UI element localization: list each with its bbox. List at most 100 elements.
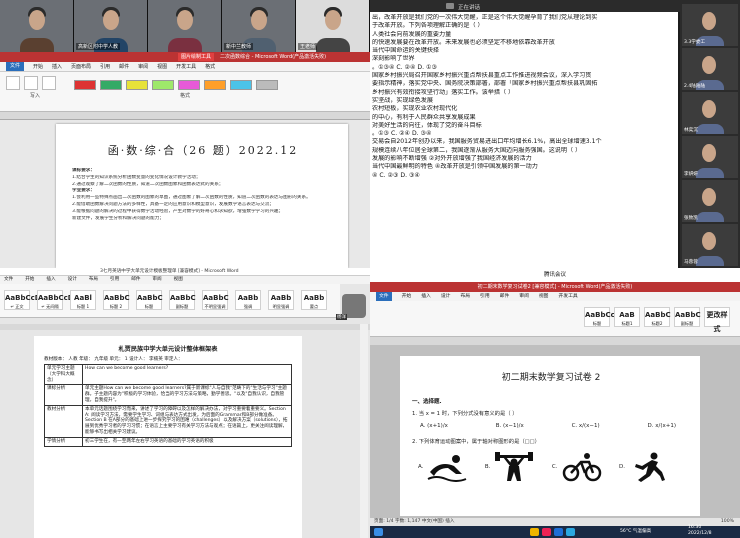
menu-file[interactable]: 文件 <box>6 62 25 71</box>
choice-d: D. x/(x+1) <box>647 423 676 429</box>
zoom-level[interactable]: 100% <box>721 518 734 526</box>
style-gallery-item[interactable]: AaBbC 副标题 <box>674 307 701 327</box>
menu-review[interactable]: 审阅 <box>152 276 161 284</box>
menu-references[interactable]: 引用 <box>480 292 490 301</box>
menu-view[interactable]: 视图 <box>157 63 167 70</box>
video-tile[interactable] <box>148 0 222 52</box>
menu-insert[interactable]: 插入 <box>46 276 55 284</box>
menu-file[interactable]: 文件 <box>4 276 13 284</box>
participant-tile[interactable]: 2.4陆陆陆 <box>682 48 738 90</box>
word-window-english: 3七月英语中学大单元设计模板整理单 [兼容模式] - Microsoft Wor… <box>0 268 370 538</box>
participant-tile[interactable]: 张致凯 <box>682 180 738 222</box>
menu-references[interactable]: 引用 <box>110 276 119 284</box>
question-1-choices: A. (x+1)/x B. (x−1)/x C. x/(x−1) D. x/(x… <box>420 423 676 429</box>
menu-design[interactable]: 设计 <box>441 292 451 301</box>
video-tile[interactable]: 王老师 <box>296 0 370 52</box>
menu-home[interactable]: 开始 <box>33 63 43 70</box>
doc-title: 函·数·综·合（26 题）2022.12 <box>107 144 299 157</box>
style-gallery-item[interactable]: AaB 标题1 <box>614 307 640 327</box>
style-gallery-item[interactable]: AaBbC 副标题 <box>169 290 196 310</box>
participant-tile[interactable]: 马蓉蓉 <box>682 224 738 266</box>
style-name: 标题 <box>592 321 602 326</box>
pen-swatch-cyan[interactable] <box>230 80 252 90</box>
style-gallery-item[interactable]: AaBbCcDd 标题 <box>584 307 626 327</box>
table-row: 课标分析 单元主题How can we become good learners?… <box>44 384 292 406</box>
menu-review[interactable]: 审阅 <box>138 63 148 70</box>
style-gallery-item[interactable]: 更改样式 <box>704 307 730 333</box>
menu-layout[interactable]: 页面布局 <box>71 63 91 70</box>
ruler[interactable] <box>0 324 370 330</box>
menu-mailings[interactable]: 邮件 <box>131 276 140 284</box>
sport-icons: A. B. C. D. <box>418 452 670 482</box>
style-gallery-item[interactable]: AaBbCcDd ↵ 正文 <box>4 290 46 310</box>
style-gallery-item[interactable]: AaBl 标题 1 <box>70 290 96 310</box>
icon-label: B. <box>484 464 491 470</box>
pen-swatch-green[interactable] <box>100 80 122 90</box>
document-page[interactable]: 初二期末数学复习试卷 2 一、选择题. 1. 当 x = 1 时，下列分式没有意… <box>400 356 700 516</box>
menu-mailings[interactable]: 邮件 <box>119 63 129 70</box>
participant-name: 高新区附中学人教 <box>76 43 121 50</box>
video-tile[interactable] <box>0 0 74 52</box>
pen-swatch-gray[interactable] <box>256 80 278 90</box>
style-gallery-item[interactable]: AaBb 要点 <box>301 290 327 310</box>
pen-swatch-lime[interactable] <box>152 80 174 90</box>
style-preview: AaBbC <box>645 311 671 319</box>
menu-view[interactable]: 视图 <box>174 276 183 284</box>
menu-developer[interactable]: 开发工具 <box>558 292 577 301</box>
ruler[interactable] <box>370 337 740 345</box>
pen-swatch-pink[interactable] <box>178 80 200 90</box>
menu-review[interactable]: 审阅 <box>519 292 529 301</box>
document-page[interactable]: 札贾民族中学大单元设计整体框架表 教材版本： 人教 年级： 九年级 单元： 1 … <box>34 336 302 538</box>
menu-mailings[interactable]: 邮件 <box>500 292 510 301</box>
start-icon[interactable] <box>374 528 383 536</box>
vertical-scrollbar[interactable] <box>360 324 368 538</box>
doc-line: ④ C. ②③ D. ③④ <box>372 171 420 179</box>
pen-swatch-yellow[interactable] <box>126 80 148 90</box>
style-preview: AaBbC <box>203 294 229 302</box>
pen-swatch-red[interactable] <box>74 80 96 90</box>
politics-question-document[interactable]: 出，改革开放是我们党的一次伟大觉醒，正是这个伟大觉醒孕育了我们党从理论到实 于改革… <box>370 12 678 268</box>
table-row: 教材分析 本单元话题围绕学习而来，讲述了学习的障碍以及怎样的解决办法，对学习重要着… <box>44 404 292 438</box>
style-gallery-item[interactable]: AaBbCcDd ↵ 无间隔 <box>37 290 79 310</box>
menu-format[interactable]: 格式 <box>205 63 215 70</box>
document-page[interactable]: 函·数·综·合（26 题）2022.12 课标要求： 1.结合学生的知识系统分析函… <box>56 124 348 268</box>
participant-tile[interactable]: 3.3学委工 <box>682 4 738 46</box>
style-gallery-item[interactable]: AaBbC 不明显强调 <box>202 290 229 310</box>
menu-view[interactable]: 视图 <box>539 292 549 301</box>
style-preview: AaBb <box>237 294 259 302</box>
doc-line: 交易会自2012年创办以来，我国服务贸易进出口年均增长6.1%，高出全球增速3.… <box>372 138 602 146</box>
menu-layout[interactable]: 布局 <box>460 292 470 301</box>
style-gallery-item[interactable]: AaBb 明显强调 <box>268 290 294 310</box>
ribbon-group-label: 格式 <box>180 93 191 99</box>
menu-references[interactable]: 引用 <box>100 63 110 70</box>
video-strip: 高新区附中学人教 新中兰教师 王老师 <box>0 0 370 52</box>
folder-icon[interactable] <box>530 528 539 536</box>
participant-tile[interactable]: 林奕沉 <box>682 92 738 134</box>
menu-design[interactable]: 设计 <box>68 276 77 284</box>
menu-home[interactable]: 开始 <box>25 276 34 284</box>
browser-icon[interactable] <box>542 528 551 536</box>
pen-swatch-orange[interactable] <box>204 80 226 90</box>
row-header: 课标分析 <box>44 384 83 406</box>
style-gallery-item[interactable]: AaBbC 标题2 <box>644 307 671 327</box>
avatar[interactable]: 杨洋 <box>336 294 366 320</box>
menu-home[interactable]: 开始 <box>402 292 412 301</box>
eraser-icon[interactable] <box>24 76 38 90</box>
meeting-shared-screen: 正在讲话 出，改革开放是我们党的一次伟大觉醒，正是这个伟大觉醒孕育了我们党从理论… <box>370 0 740 268</box>
lasso-icon[interactable] <box>42 76 56 90</box>
menu-layout[interactable]: 布局 <box>89 276 98 284</box>
ruler[interactable] <box>0 112 370 120</box>
video-tile[interactable]: 高新区附中学人教 <box>74 0 148 52</box>
menu-file[interactable]: 文件 <box>376 292 392 301</box>
style-gallery-item[interactable]: AaBbC 标题 <box>136 290 163 310</box>
style-gallery-item[interactable]: AaBbC 标题 2 <box>103 290 130 310</box>
video-tile[interactable]: 新中兰教师 <box>222 0 296 52</box>
menu-insert[interactable]: 插入 <box>421 292 431 301</box>
menu-insert[interactable]: 插入 <box>52 63 62 70</box>
pen-icon[interactable] <box>6 76 20 90</box>
word-icon[interactable] <box>554 528 563 536</box>
menu-developer[interactable]: 开发工具 <box>176 63 196 70</box>
participant-tile[interactable]: 李妍妍 <box>682 136 738 178</box>
style-gallery-item[interactable]: AaBb 强调 <box>235 290 261 310</box>
meeting-app-icon[interactable] <box>566 528 575 536</box>
